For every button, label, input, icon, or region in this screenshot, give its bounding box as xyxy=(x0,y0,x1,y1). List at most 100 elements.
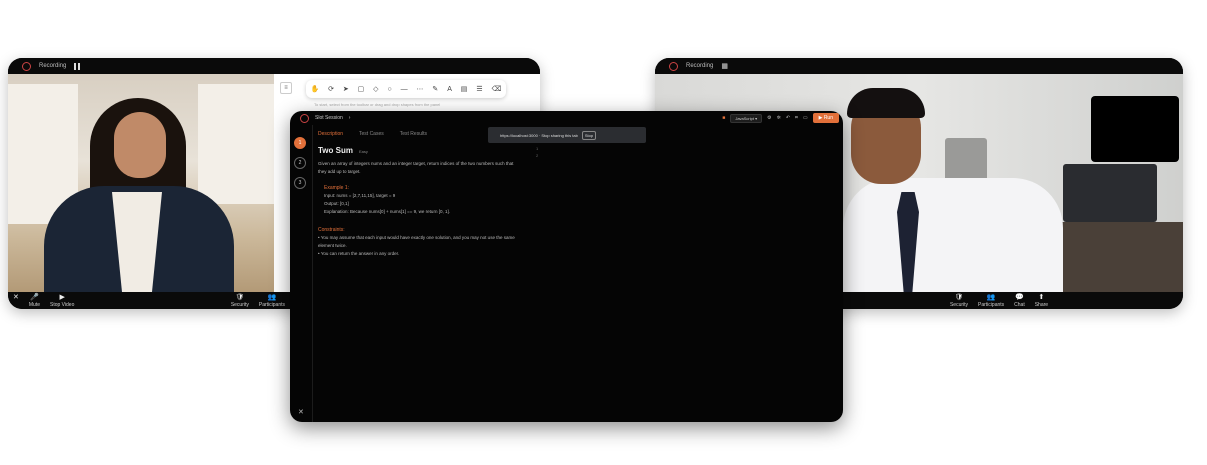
whiteboard-tool-icon[interactable]: — xyxy=(401,86,408,93)
participants-button[interactable]: 👥 Participants xyxy=(978,294,1004,308)
whiteboard-tool-icon[interactable]: ⋯ xyxy=(417,85,424,93)
language-select[interactable]: JavaScript ▾ xyxy=(730,113,763,123)
screen-share-banner: https://localhost:3000 · Stop sharing th… xyxy=(488,127,646,143)
example-input: Input: nums = [2,7,11,15], target = 9 xyxy=(324,193,396,198)
tool-label: Security xyxy=(949,301,969,308)
constraint-item: • You can return the answer in any order… xyxy=(318,251,400,256)
example-output: Output: [0,1] xyxy=(324,201,349,206)
coding-session-window: Slot Session › ■ JavaScript ▾ ⚙ ✲ ↶ ⌗ ▭ … xyxy=(290,111,843,422)
security-button[interactable]: 🛡 Security xyxy=(231,294,249,308)
recording-label: Recording xyxy=(39,63,67,69)
mute-button[interactable]: 🎤 Mute xyxy=(29,294,40,308)
language-label: JavaScript xyxy=(735,115,754,121)
chevron-right-icon[interactable]: › xyxy=(349,115,351,121)
chat-icon: 💬 xyxy=(1015,293,1024,301)
constraint-text: You may assume that each input would hav… xyxy=(318,235,515,248)
step-3[interactable]: 3 xyxy=(294,177,306,189)
menu-icon[interactable]: ≡ xyxy=(280,82,292,94)
whiteboard-tool-icon[interactable]: ➤ xyxy=(343,85,349,93)
undo-icon[interactable]: ↶ xyxy=(786,115,790,121)
problem-tabs: Description Test Cases Test Results xyxy=(318,131,427,137)
whiteboard-tool-icon[interactable]: ▤ xyxy=(461,85,468,93)
run-button[interactable]: ▶ Run xyxy=(812,113,839,123)
video-icon[interactable]: ▭ xyxy=(803,115,808,121)
tool-label: Participants xyxy=(258,301,285,308)
code-icon[interactable]: ⌗ xyxy=(795,115,798,121)
constraints-title: Constraints: xyxy=(318,227,345,233)
participants-icon: 👥 xyxy=(267,293,277,301)
recording-icon xyxy=(22,61,31,71)
whiteboard-tool-icon[interactable]: ✎ xyxy=(432,85,438,93)
problem-title-row: Two Sum Easy xyxy=(318,147,518,156)
share-banner-text: https://localhost:3000 · Stop sharing th… xyxy=(500,132,578,138)
mute-icon: 🎤 xyxy=(30,293,39,301)
security-button[interactable]: 🛡 Security xyxy=(950,294,968,308)
whiteboard-tool-icon[interactable]: ☰ xyxy=(476,85,482,93)
whiteboard-hint: To start, select from the toolbar or dra… xyxy=(314,102,441,107)
whiteboard-tool-icon[interactable]: ○ xyxy=(387,86,391,93)
right-topbar: Recording ▦ xyxy=(655,58,1183,74)
logo-icon xyxy=(300,113,309,123)
pause-icon[interactable] xyxy=(74,62,81,70)
difficulty-badge: Easy xyxy=(358,149,368,154)
constraint-item: • You may assume that each input would h… xyxy=(318,235,515,248)
line-number: 1 xyxy=(536,146,539,151)
left-topbar: Recording xyxy=(8,58,540,74)
tool-label: Security xyxy=(230,301,249,308)
security-icon: 🛡 xyxy=(954,293,964,301)
example-title: Example 1: xyxy=(324,185,350,191)
tool-label: Share xyxy=(1034,301,1049,308)
tab-description[interactable]: Description xyxy=(318,131,343,137)
tool-label: Stop Video xyxy=(50,301,75,308)
whiteboard-toolbar: ✋ ⟳ ➤ ▢ ◇ ○ — ⋯ ✎ A ▤ ☰ ⌫ xyxy=(306,80,506,98)
whiteboard-tool-icon[interactable]: ✋ xyxy=(310,85,319,93)
whiteboard-tool-icon[interactable]: A xyxy=(447,86,452,93)
participants-button[interactable]: 👥 Participants xyxy=(259,294,285,308)
close-button[interactable]: ✕ xyxy=(13,294,19,308)
code-editor-gutter[interactable]: 1 2 xyxy=(536,145,538,159)
candidate-face xyxy=(114,112,166,178)
shelf xyxy=(198,84,274,204)
tool-label: Chat xyxy=(1014,301,1025,308)
tool-label: Participants xyxy=(978,301,1005,308)
step-2[interactable]: 2 xyxy=(294,157,306,169)
whiteboard-tool-icon[interactable]: ⌫ xyxy=(492,85,502,93)
participants-icon: 👥 xyxy=(986,293,996,301)
session-title: Slot Session xyxy=(315,115,343,121)
example-explanation: Explanation: Because nums[0] + nums[1] =… xyxy=(324,209,450,214)
problem-title: Two Sum xyxy=(318,146,353,155)
editor-toolbar: ■ JavaScript ▾ ⚙ ✲ ↶ ⌗ ▭ ▶ Run xyxy=(722,113,839,123)
security-icon: 🛡 xyxy=(235,293,245,301)
whiteboard-tool-icon[interactable]: ◇ xyxy=(373,85,378,93)
recording-label: Recording xyxy=(686,63,714,69)
grid-icon[interactable]: ▦ xyxy=(721,62,728,70)
share-icon: ⬆ xyxy=(1038,293,1045,301)
problem-description: Two Sum Easy Given an array of integers n… xyxy=(318,147,518,258)
interviewer-hair xyxy=(847,88,925,118)
whiteboard-tool-icon[interactable]: ▢ xyxy=(358,85,365,93)
close-icon: ✕ xyxy=(13,293,19,301)
self-view-thumbnail[interactable] xyxy=(1091,96,1179,162)
constraint-text: You can return the answer in any order. xyxy=(320,251,400,256)
tab-test-results[interactable]: Test Results xyxy=(400,131,427,137)
sun-icon[interactable]: ✲ xyxy=(777,115,781,121)
share-button[interactable]: ⬆ Share xyxy=(1035,294,1048,308)
recording-icon xyxy=(669,61,678,71)
stop-share-button[interactable]: Stop xyxy=(581,130,597,140)
stop-video-button[interactable]: ▶ Stop Video xyxy=(50,294,74,308)
tool-label: Mute xyxy=(28,301,40,308)
problem-statement: Given an array of integers nums and an i… xyxy=(318,161,514,174)
step-sidebar: 1 2 3 xyxy=(290,125,313,422)
chat-button[interactable]: 💬 Chat xyxy=(1014,294,1025,308)
tab-test-cases[interactable]: Test Cases xyxy=(359,131,384,137)
stop-video-icon: ▶ xyxy=(59,293,65,301)
candidate-video xyxy=(8,74,274,296)
background-laptop xyxy=(1063,164,1157,222)
close-icon[interactable]: ✕ xyxy=(298,408,304,416)
color-swatch-icon[interactable]: ■ xyxy=(722,115,725,121)
settings-icon[interactable]: ⚙ xyxy=(767,115,771,121)
whiteboard-tool-icon[interactable]: ⟳ xyxy=(328,85,334,93)
interviewer-shirt xyxy=(843,178,1063,292)
step-1[interactable]: 1 xyxy=(294,137,306,149)
line-number: 2 xyxy=(536,153,539,158)
